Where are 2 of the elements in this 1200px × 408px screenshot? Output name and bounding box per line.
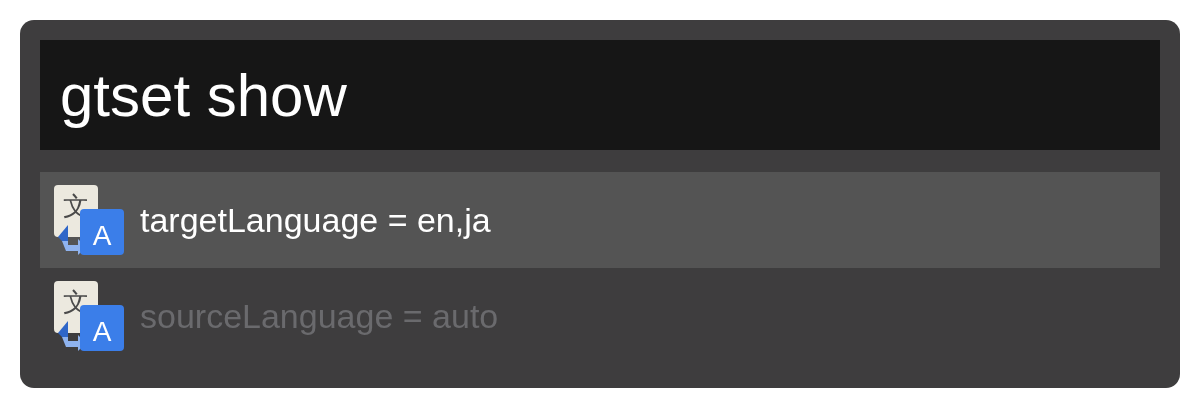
query-field[interactable]: gtset show <box>40 40 1160 150</box>
result-title: targetLanguage = en,ja <box>140 200 491 240</box>
